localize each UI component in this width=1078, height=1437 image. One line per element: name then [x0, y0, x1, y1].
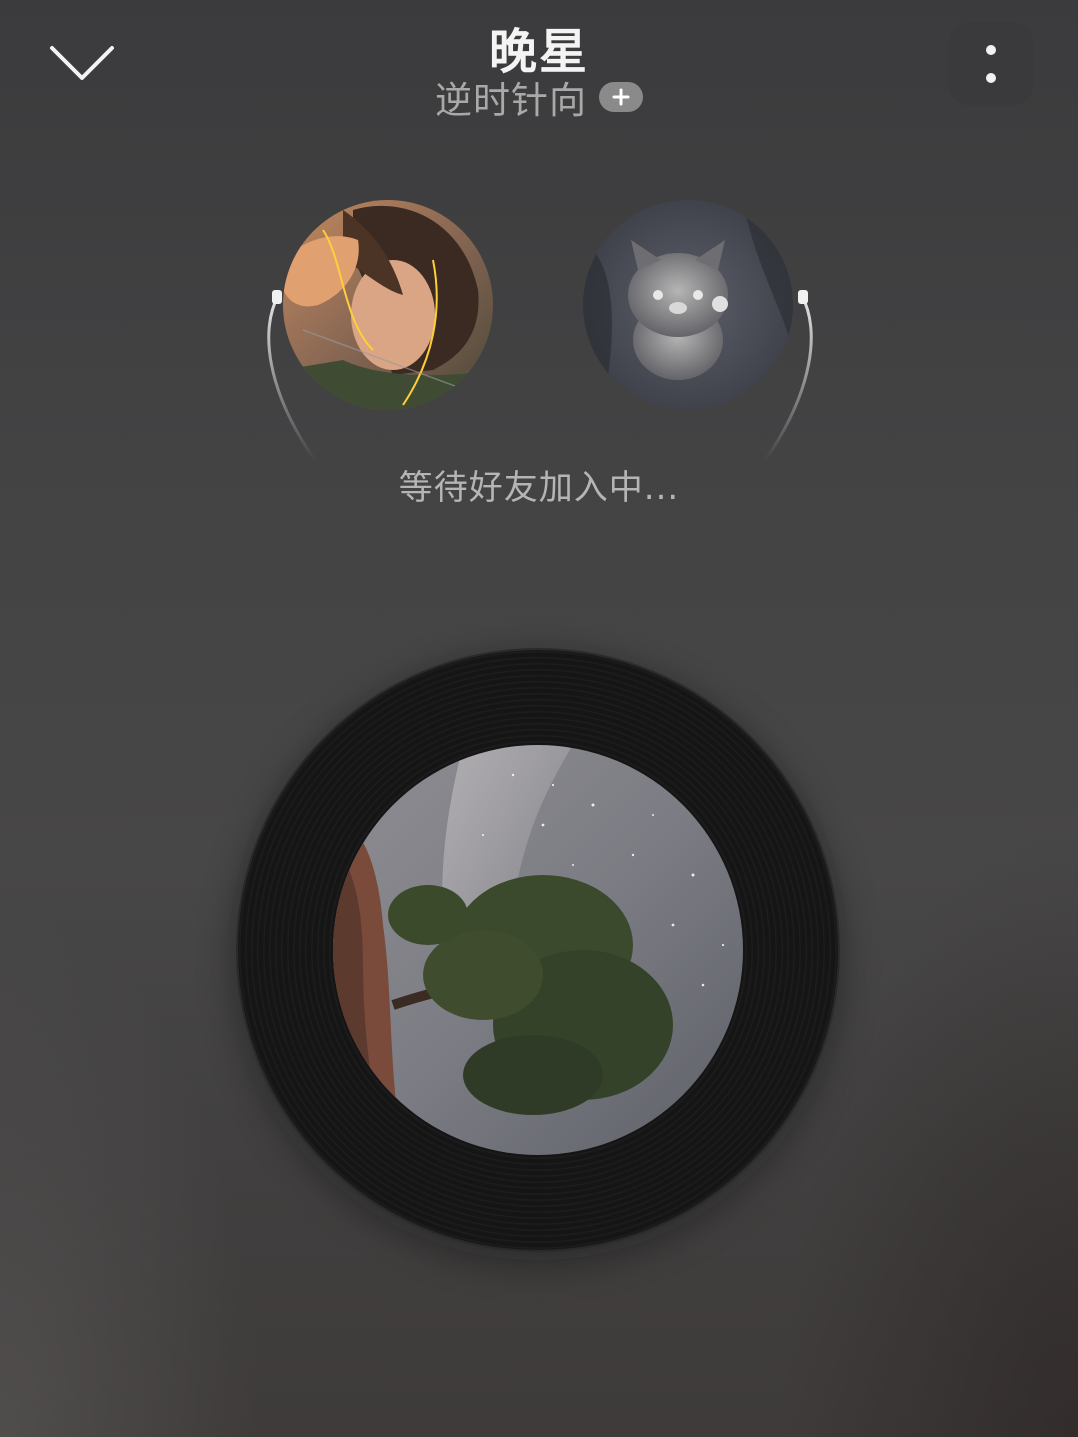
more-options-button[interactable] — [948, 22, 1034, 106]
follow-artist-button[interactable] — [599, 82, 643, 112]
plus-icon — [612, 88, 630, 106]
waiting-status-text: 等待好友加入中... — [398, 468, 680, 508]
user-avatar[interactable] — [283, 200, 493, 410]
friend-avatar[interactable] — [583, 200, 793, 410]
starry-sky-tree-cover — [333, 745, 743, 1155]
more-vertical-icon — [986, 45, 996, 55]
artist-name[interactable]: 逆时针向 — [435, 70, 587, 124]
more-vertical-icon-dot — [986, 73, 996, 83]
artist-row: 逆时针向 — [0, 72, 1078, 122]
person-photo-avatar — [283, 200, 493, 410]
album-cover[interactable] — [333, 745, 743, 1155]
background-vignette-left — [0, 900, 260, 1437]
kitten-photo-avatar — [583, 200, 793, 410]
